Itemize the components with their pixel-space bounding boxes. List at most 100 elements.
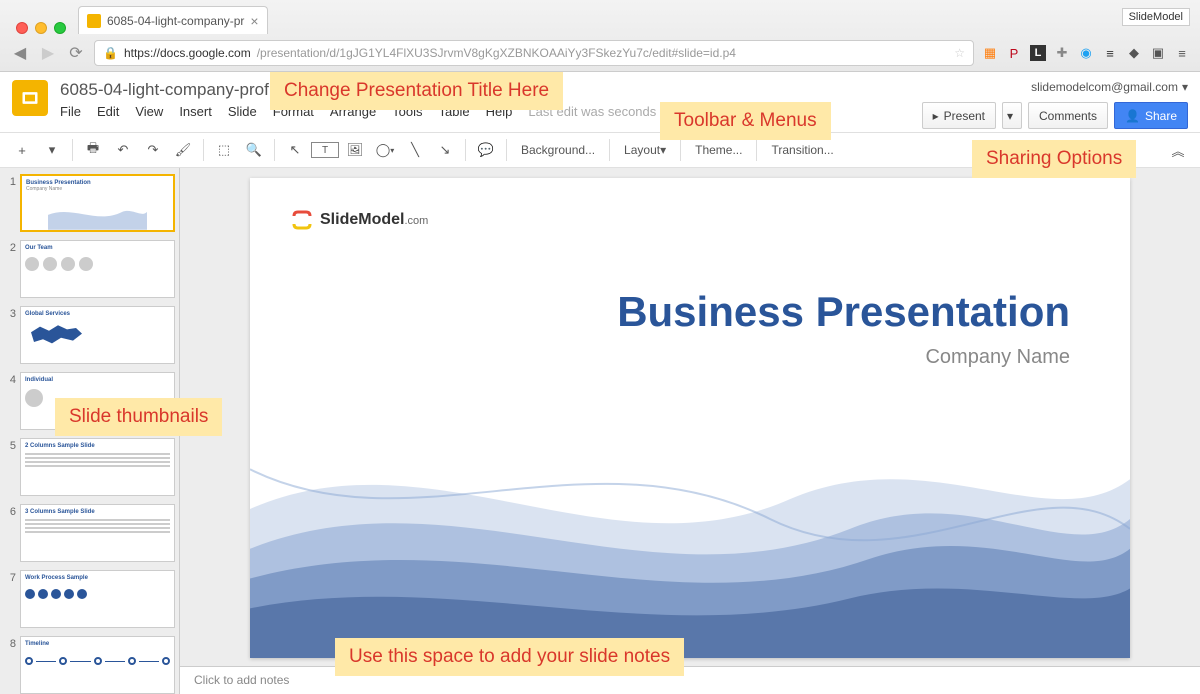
url-path: /presentation/d/1gJG1YL4FlXU3SJrvmV8gKgX… [257,46,736,60]
window-controls [8,12,74,34]
layout-button[interactable]: Layout ▾ [616,137,674,163]
background-button[interactable]: Background... [513,137,603,163]
browser-tab[interactable]: 6085-04-light-company-pr × [78,6,268,34]
menu-icon[interactable]: ≡ [1174,45,1190,61]
thumbnail-row: 6 3 Columns Sample Slide [4,504,175,562]
annotation-toolbar: Toolbar & Menus [660,102,831,140]
browser-chrome: 6085-04-light-company-pr × SlideModel ◀ … [0,0,1200,72]
select-tool[interactable]: ↖ [281,137,309,163]
thumbnail[interactable]: Business PresentationCompany Name [20,174,175,232]
comments-button[interactable]: Comments [1028,102,1108,129]
arrow-tool[interactable]: ↘ [431,137,459,163]
new-slide-button[interactable]: + [8,137,36,163]
thumbnail[interactable]: 3 Columns Sample Slide [20,504,175,562]
pinterest-icon[interactable]: P [1006,45,1022,61]
reload-button[interactable]: ⟳ [66,43,86,63]
slides-logo[interactable] [12,80,48,116]
back-button[interactable]: ◀ [10,43,30,63]
thumbnail-number: 2 [4,240,20,298]
ext-icon[interactable]: L [1030,45,1046,61]
ext-icon[interactable]: ◆ [1126,45,1142,61]
line-tool[interactable]: ╲ [401,137,429,163]
thumbnail-number: 1 [4,174,20,232]
person-icon: 👤 [1125,109,1140,123]
print-button[interactable]: 🖶 [79,137,107,163]
share-button[interactable]: 👤Share [1114,102,1188,129]
thumbnail-number: 8 [4,636,20,694]
undo-button[interactable]: ↶ [109,137,137,163]
url-input[interactable]: 🔒 https://docs.google.com/presentation/d… [94,40,974,66]
thumbnail[interactable]: 2 Columns Sample Slide [20,438,175,496]
slides-icon [20,88,40,108]
close-tab-icon[interactable]: × [250,13,258,29]
thumbnail-title: Global Services [25,311,170,317]
thumbnail-row: 2 Our Team [4,240,175,298]
thumbnail-row: 8 Timeline [4,636,175,694]
maximize-window-button[interactable] [54,22,66,34]
thumbnail-number: 6 [4,504,20,562]
notes-input[interactable]: Click to add notes [180,666,1200,694]
slide-subtitle[interactable]: Company Name [925,346,1070,369]
extension-badge[interactable]: SlideModel [1122,8,1190,26]
thumbnail[interactable]: Our Team [20,240,175,298]
extension-icons: ▦ P L ✚ ◉ ≡ ◆ ▣ ≡ [982,45,1190,61]
thumbnail-title: 2 Columns Sample Slide [25,443,170,449]
zoom-button[interactable]: 🔍 [240,137,268,163]
menu-view[interactable]: View [135,104,163,119]
thumbnail[interactable]: Global Services [20,306,175,364]
forward-button[interactable]: ▶ [38,43,58,63]
canvas-area: SlideModel.com Business Presentation Com… [180,168,1200,694]
slide-canvas[interactable]: SlideModel.com Business Presentation Com… [250,178,1130,658]
new-slide-dropdown[interactable]: ▾ [38,137,66,163]
menu-slide[interactable]: Slide [228,104,257,119]
thumbnail-number: 5 [4,438,20,496]
thumbnail[interactable]: Timeline [20,636,175,694]
chevron-down-icon: ▾ [1182,80,1188,94]
image-tool[interactable]: 🖼 [341,137,369,163]
address-bar-row: ◀ ▶ ⟳ 🔒 https://docs.google.com/presenta… [0,34,1200,72]
ext-icon[interactable]: ▣ [1150,45,1166,61]
thumbnail-row: 1Business PresentationCompany Name [4,174,175,232]
thumbnail-title: Work Process Sample [25,575,170,581]
ext-icon[interactable]: ≡ [1102,45,1118,61]
ext-icon[interactable]: ◉ [1078,45,1094,61]
ext-icon[interactable]: ▦ [982,45,998,61]
shape-tool[interactable]: ◯▾ [371,137,399,163]
paint-format-button[interactable]: 🖌 [169,137,197,163]
annotation-sharing: Sharing Options [972,140,1136,178]
comment-tool[interactable]: 💬 [472,137,500,163]
slide-viewport: SlideModel.com Business Presentation Com… [180,168,1200,666]
menu-file[interactable]: File [60,104,81,119]
favicon-icon [87,14,101,28]
minimize-window-button[interactable] [35,22,47,34]
user-email[interactable]: slidemodelcom@gmail.com ▾ [1031,80,1188,94]
close-window-button[interactable] [16,22,28,34]
theme-button[interactable]: Theme... [687,137,750,163]
ext-icon[interactable]: ✚ [1054,45,1070,61]
tab-bar: 6085-04-light-company-pr × SlideModel [0,0,1200,34]
url-domain: https://docs.google.com [124,46,251,60]
thumbnail-title: Individual [25,377,170,383]
thumbnail-row: 7 Work Process Sample [4,570,175,628]
slide-logo: SlideModel.com [290,208,428,232]
play-icon: ▸ [933,109,939,123]
menu-edit[interactable]: Edit [97,104,119,119]
collapse-toolbar-button[interactable]: ︽ [1164,137,1192,163]
menu-insert[interactable]: Insert [179,104,212,119]
annotation-notes: Use this space to add your slide notes [335,638,684,676]
zoom-fit-button[interactable]: ⬚ [210,137,238,163]
redo-button[interactable]: ↷ [139,137,167,163]
thumbnail-number: 7 [4,570,20,628]
app-header: 6085-04-light-company-profile.pptx File … [0,72,1200,132]
bookmark-star-icon[interactable]: ☆ [954,46,965,60]
thumbnail[interactable]: Work Process Sample [20,570,175,628]
present-dropdown[interactable]: ▾ [1002,102,1022,129]
thumbnail-title: 3 Columns Sample Slide [25,509,170,515]
thumbnail-title: Timeline [25,641,170,647]
slide-title[interactable]: Business Presentation [617,288,1070,336]
tab-title: 6085-04-light-company-pr [107,14,244,28]
textbox-tool[interactable]: T [311,142,339,158]
present-button[interactable]: ▸Present [922,102,996,129]
thumbnail-title: Our Team [25,245,170,251]
transition-button[interactable]: Transition... [763,137,841,163]
